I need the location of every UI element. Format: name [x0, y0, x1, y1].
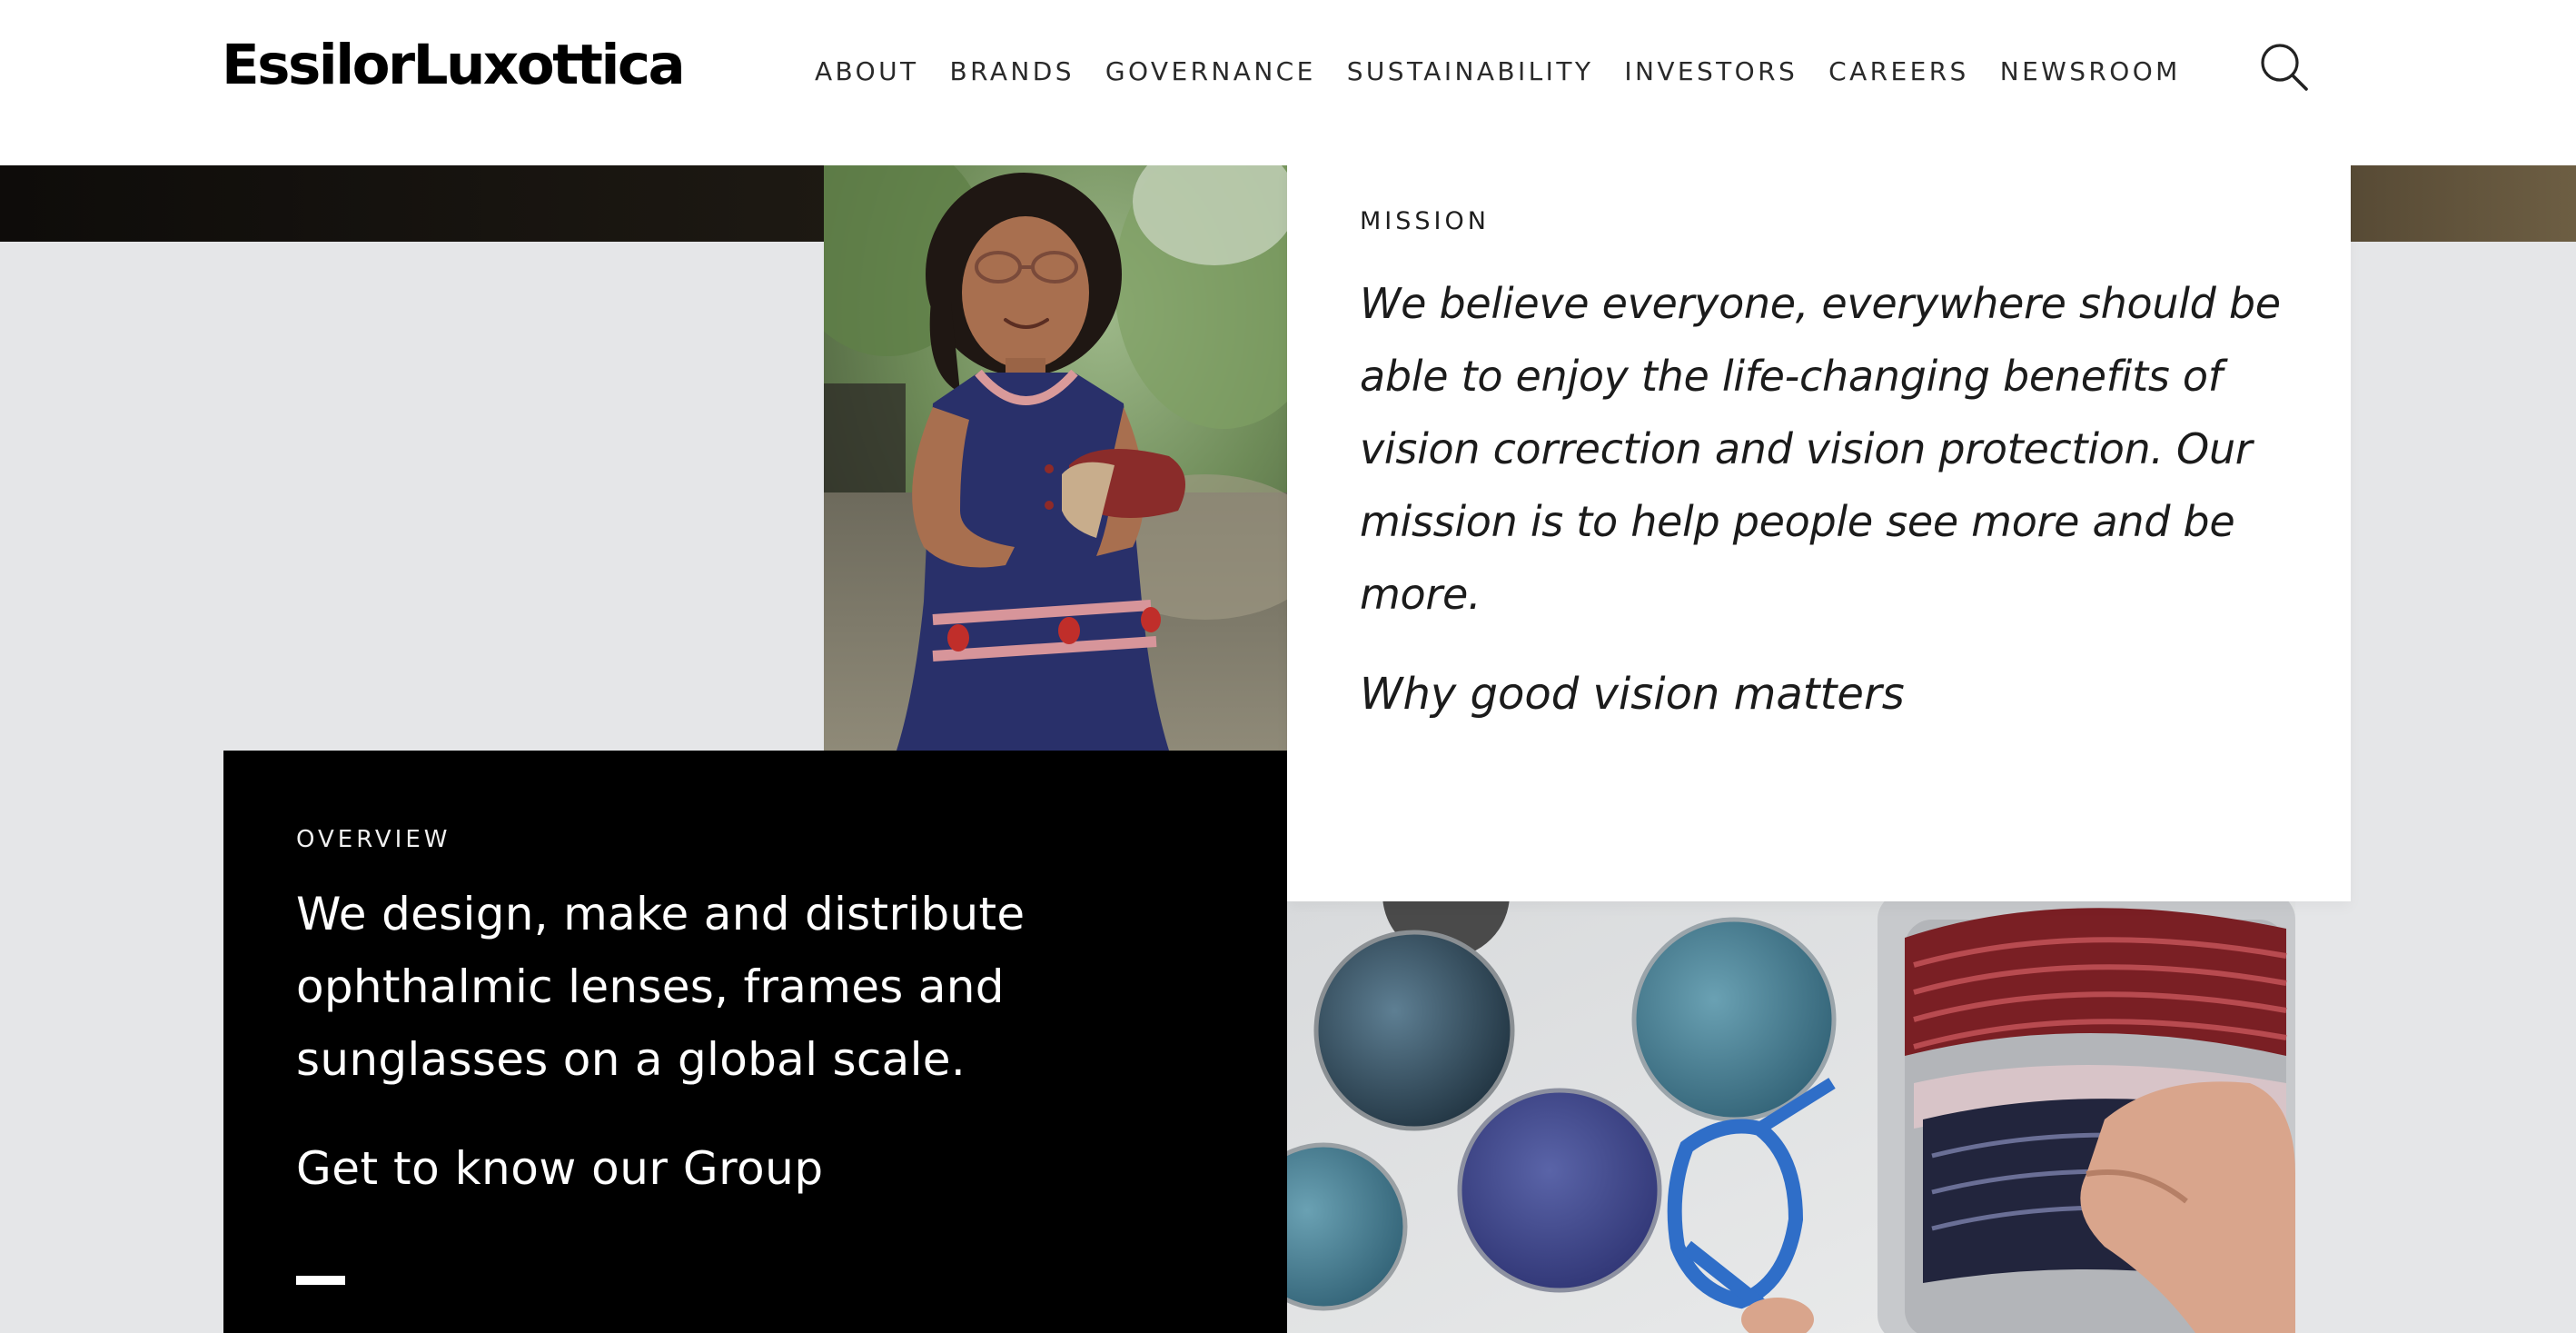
girl-illustration	[824, 165, 1287, 751]
mission-eyebrow: MISSION	[1360, 207, 1490, 235]
overview-card: OVERVIEW We design, make and distribute …	[223, 751, 1287, 1333]
search-icon	[2261, 44, 2308, 91]
nav-item-careers[interactable]: CAREERS	[1828, 53, 1969, 91]
get-to-know-our-group-link[interactable]: Get to know our Group	[296, 1132, 824, 1205]
main-nav: ABOUT BRANDS GOVERNANCE SUSTAINABILITY I…	[815, 53, 2181, 91]
mission-card: MISSION We believe everyone, everywhere …	[1287, 165, 2351, 901]
why-good-vision-matters-link[interactable]: Why good vision matters	[1360, 658, 1905, 731]
site-header: EssilorLuxottica ABOUT BRANDS GOVERNANCE…	[0, 0, 2576, 165]
nav-item-governance[interactable]: GOVERNANCE	[1105, 53, 1316, 91]
brand-logo[interactable]: EssilorLuxottica	[222, 31, 686, 100]
lenses-illustration	[1287, 901, 2295, 1333]
carousel-dash-indicator[interactable]	[296, 1276, 345, 1285]
search-button[interactable]	[2259, 42, 2310, 93]
nav-item-newsroom[interactable]: NEWSROOM	[2000, 53, 2181, 91]
nav-item-about[interactable]: ABOUT	[815, 53, 919, 91]
overview-statement: We design, make and distribute ophthalmi…	[296, 888, 1025, 1086]
nav-item-brands[interactable]: BRANDS	[950, 53, 1075, 91]
overview-eyebrow: OVERVIEW	[296, 826, 451, 853]
nav-item-sustainability[interactable]: SUSTAINABILITY	[1347, 53, 1594, 91]
girl-with-glasses-photo	[824, 165, 1287, 751]
nav-item-investors[interactable]: INVESTORS	[1624, 53, 1798, 91]
lenses-and-frames-photo	[1287, 901, 2295, 1333]
mission-statement: We believe everyone, everywhere should b…	[1360, 279, 2281, 619]
